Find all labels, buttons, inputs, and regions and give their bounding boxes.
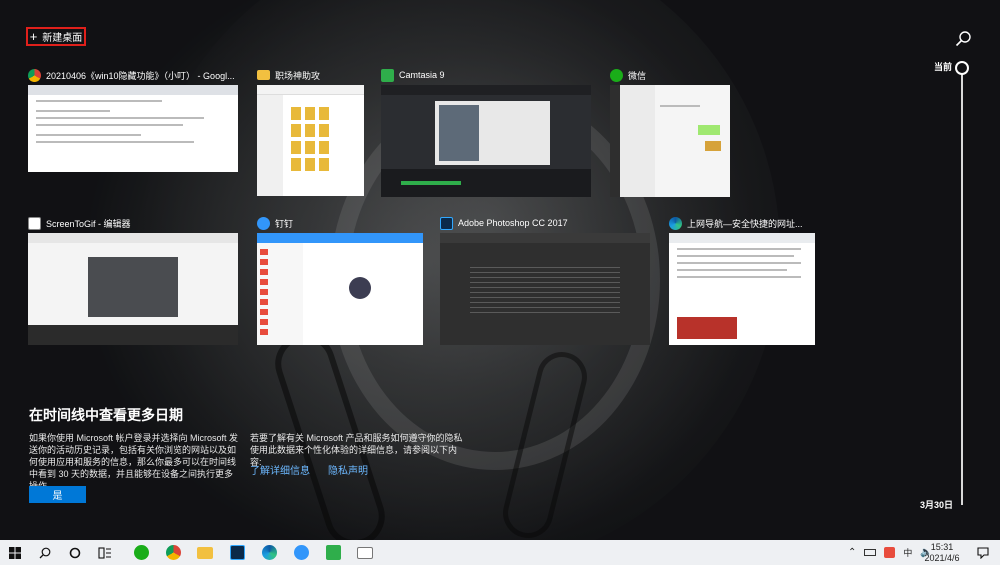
folder-icon (257, 70, 270, 80)
plus-icon: + (29, 29, 38, 44)
action-center-button[interactable] (968, 540, 998, 565)
timeline-info-description: 如果你使用 Microsoft 帐户登录并选择向 Microsoft 发送你的活… (29, 433, 239, 491)
task-view-button[interactable] (90, 540, 120, 565)
window-thumbnail (257, 233, 423, 345)
edge-icon (261, 545, 277, 560)
window-title: Camtasia 9 (399, 70, 445, 80)
window-title: 20210406《win10隐藏功能》（小叮） - Googl... (46, 70, 235, 81)
photoshop-icon (440, 216, 453, 230)
camtasia-icon (325, 545, 341, 560)
timeline-scrollbar-track[interactable] (961, 73, 963, 505)
chrome-icon (165, 545, 181, 560)
photoshop-icon (229, 545, 245, 560)
taskbar-file-explorer[interactable] (190, 540, 220, 565)
dingtalk-icon (293, 545, 309, 560)
window-title: 上网导航—安全快捷的网址... (687, 218, 803, 229)
window-card-header: 钉钉 (257, 215, 293, 231)
folder-icon (197, 546, 213, 559)
window-title: 职场神助攻 (275, 70, 321, 81)
window-title: 钉钉 (275, 218, 294, 229)
window-card-header: 微信 (610, 67, 646, 83)
screentogif-icon (357, 546, 373, 559)
start-button[interactable] (0, 540, 30, 565)
cortana-circle-icon (69, 547, 81, 558)
yes-button[interactable]: 是 (29, 486, 86, 503)
search-icon (39, 547, 51, 558)
system-clock[interactable]: 15:31 2021/4/6 (920, 542, 964, 564)
taskbar-photoshop[interactable] (222, 540, 252, 565)
window-title: ScreenToGif - 编辑器 (46, 218, 131, 229)
taskbar: ⌃ 中 🔈 15:31 2021/4/6 (0, 540, 1000, 565)
window-card-header: Camtasia 9 (381, 67, 445, 83)
taskbar-edge[interactable] (254, 540, 284, 565)
wechat-icon (133, 545, 149, 560)
battery-icon[interactable] (864, 549, 877, 556)
screentogif-icon (28, 216, 41, 230)
task-view-icon (98, 546, 111, 559)
camtasia-icon (381, 68, 394, 82)
clock-date: 2021/4/6 (924, 553, 960, 563)
window-thumbnail (440, 233, 650, 345)
timeline-current-label: 当前 (934, 62, 953, 72)
clock-time: 15:31 (930, 542, 954, 552)
taskbar-camtasia[interactable] (318, 540, 348, 565)
taskbar-screentogif[interactable] (350, 540, 380, 565)
notification-icon (977, 546, 989, 559)
window-thumbnail (669, 233, 815, 345)
window-card-header: ScreenToGif - 编辑器 (28, 215, 131, 231)
timeline-date-label: 3月30日 (920, 500, 954, 510)
taskbar-wechat[interactable] (126, 540, 156, 565)
wechat-icon (610, 68, 623, 82)
new-desktop-label: 新建桌面 (42, 33, 83, 44)
cortana-button[interactable] (60, 540, 90, 565)
windows-logo-icon (9, 546, 21, 559)
input-language-indicator[interactable]: 中 (903, 546, 912, 559)
taskbar-chrome[interactable] (158, 540, 188, 565)
learn-more-link[interactable]: 了解详细信息 (250, 462, 310, 477)
taskbar-search-button[interactable] (30, 540, 60, 565)
timeline-scrollbar-thumb[interactable] (955, 61, 969, 75)
new-desktop-button[interactable]: + 新建桌面 (26, 27, 86, 46)
window-title: 微信 (628, 70, 647, 81)
edge-icon (669, 216, 682, 230)
timeline-info-title: 在时间线中查看更多日期 (29, 407, 183, 423)
window-thumbnail (28, 233, 238, 345)
window-card-header: 上网导航—安全快捷的网址... (669, 215, 803, 231)
search-icon[interactable] (955, 31, 971, 47)
window-thumbnail (28, 85, 238, 172)
window-card-header: Adobe Photoshop CC 2017 (440, 215, 568, 231)
chrome-icon (28, 68, 41, 82)
privacy-statement-link[interactable]: 隐私声明 (328, 462, 368, 477)
dingtalk-icon (257, 216, 270, 230)
window-card-header: 职场神助攻 (257, 67, 320, 83)
window-thumbnail (381, 85, 591, 197)
window-thumbnail (610, 85, 730, 197)
window-card-header: 20210406《win10隐藏功能》（小叮） - Googl... (28, 67, 235, 83)
chevron-up-icon[interactable]: ⌃ (848, 547, 856, 558)
taskbar-dingtalk[interactable] (286, 540, 316, 565)
window-title: Adobe Photoshop CC 2017 (458, 218, 568, 228)
window-thumbnail (257, 85, 364, 196)
sogou-input-icon[interactable] (884, 547, 896, 558)
